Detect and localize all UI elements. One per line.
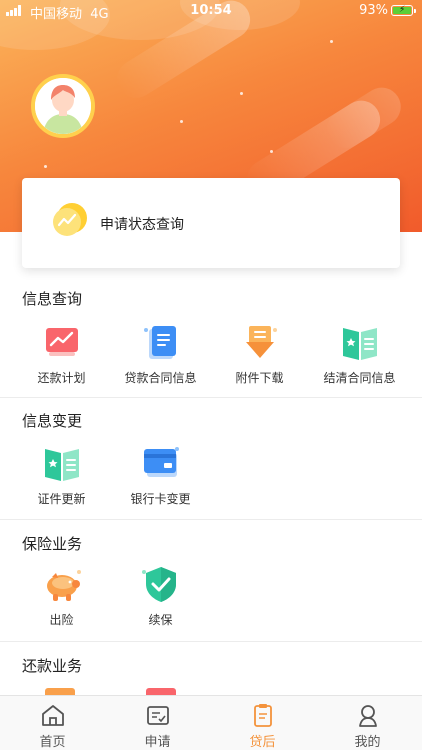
attachment-download-item[interactable]: 附件下载 — [207, 322, 312, 387]
settled-contract-item[interactable]: 结清合同信息 — [307, 322, 412, 387]
renewal-item[interactable]: 续保 — [108, 564, 213, 629]
attachment-download-label: 附件下载 — [235, 371, 284, 385]
download-icon — [239, 322, 281, 364]
id-update-item[interactable]: 证件更新 — [9, 443, 114, 508]
tab-apply-label: 申请 — [144, 735, 171, 750]
info-query-title: 信息查询 — [22, 290, 83, 308]
loan-contract-item[interactable]: 贷款合同信息 — [108, 322, 213, 387]
tab-home-label: 首页 — [39, 735, 66, 750]
avatar[interactable] — [31, 74, 95, 138]
status-bar: 中国移动 4G 10:54 93% ⚡ — [0, 0, 422, 22]
loan-contract-label: 贷款合同信息 — [124, 371, 197, 385]
chart-bubble-icon — [50, 200, 90, 240]
id-update-label: 证件更新 — [37, 492, 86, 506]
clipboard-icon — [250, 702, 276, 728]
apply-form-icon — [145, 702, 171, 728]
tab-mine-label: 我的 — [354, 735, 381, 750]
repayment-business-title: 还款业务 — [22, 657, 83, 675]
home-icon — [40, 702, 66, 728]
divider — [0, 641, 422, 642]
application-status-card[interactable]: 申请状态查询 — [22, 178, 400, 268]
bank-card-change-item[interactable]: 银行卡变更 — [108, 443, 213, 508]
tab-post-loan-label: 贷后 — [249, 735, 276, 750]
document-icon — [140, 322, 182, 364]
settled-contract-label: 结清合同信息 — [323, 371, 396, 385]
tab-mine[interactable]: 我的 — [315, 696, 420, 750]
repayment-item-icon[interactable] — [146, 688, 176, 695]
user-icon — [355, 702, 381, 728]
info-change-title: 信息变更 — [22, 412, 83, 430]
renewal-label: 续保 — [148, 613, 173, 627]
battery-percent: 93% — [359, 3, 388, 18]
claim-label: 出险 — [49, 613, 74, 627]
tab-bar: 首页 申请 贷后 我的 — [0, 695, 422, 750]
insurance-title: 保险业务 — [22, 535, 83, 553]
id-book-icon — [41, 443, 83, 485]
open-book-icon — [339, 322, 381, 364]
bank-card-icon — [140, 443, 182, 485]
tab-apply[interactable]: 申请 — [105, 696, 210, 750]
trend-chart-icon — [41, 322, 83, 364]
divider — [0, 397, 422, 398]
claim-item[interactable]: 出险 — [9, 564, 114, 629]
repayment-plan-label: 还款计划 — [37, 371, 86, 385]
application-status-label: 申请状态查询 — [100, 217, 184, 233]
shield-check-icon — [140, 564, 182, 606]
repayment-item-icon[interactable] — [45, 688, 75, 695]
bank-card-change-label: 银行卡变更 — [130, 492, 191, 506]
repayment-plan-item[interactable]: 还款计划 — [9, 322, 114, 387]
tab-post-loan[interactable]: 贷后 — [210, 696, 315, 750]
battery-icon: ⚡ — [391, 5, 416, 16]
piggy-bank-icon — [41, 564, 83, 606]
divider — [0, 519, 422, 520]
tab-home[interactable]: 首页 — [0, 696, 105, 750]
